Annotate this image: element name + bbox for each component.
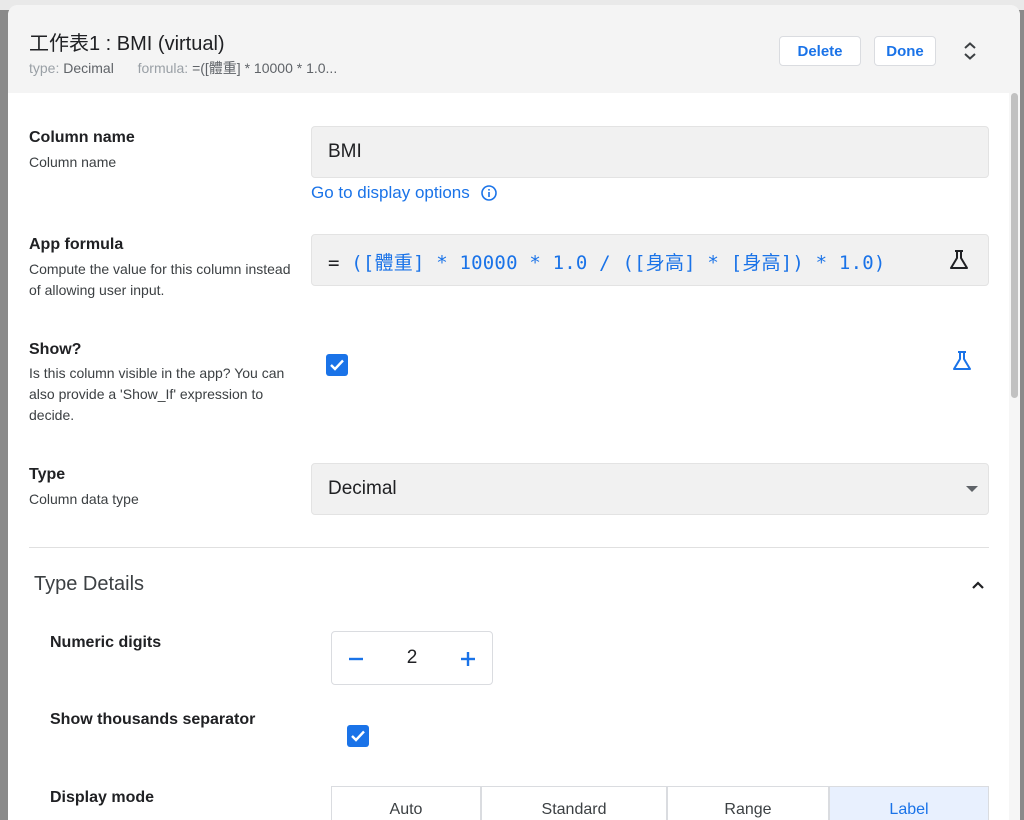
check-icon bbox=[330, 359, 344, 371]
done-button[interactable]: Done bbox=[874, 36, 936, 66]
show-label: Show? bbox=[29, 341, 82, 358]
thousands-separator-checkbox[interactable] bbox=[347, 725, 369, 747]
type-key: type: bbox=[29, 60, 60, 76]
display-options-link[interactable]: Go to display options bbox=[311, 183, 498, 203]
dialog-subtitle: type: Decimal formula: =([體重] * 10000 * … bbox=[29, 58, 337, 78]
display-mode-option-label[interactable]: Label bbox=[829, 786, 989, 820]
column-name-description: Column name bbox=[29, 154, 117, 170]
display-mode-label: Display mode bbox=[50, 789, 155, 806]
check-icon bbox=[351, 730, 365, 742]
column-name-value: BMI bbox=[328, 141, 362, 162]
chevron-up-icon[interactable] bbox=[966, 573, 990, 597]
scrollbar[interactable] bbox=[1009, 93, 1020, 820]
type-label: Type bbox=[29, 466, 66, 483]
display-mode-option-auto[interactable]: Auto bbox=[331, 786, 481, 820]
delete-button[interactable]: Delete bbox=[779, 36, 861, 66]
formula-expression: = ([體重] * 10000 * 1.0 / ([身高] * [身高]) * … bbox=[328, 248, 885, 275]
app-formula-input[interactable]: = ([體重] * 10000 * 1.0 / ([身高] * [身高]) * … bbox=[311, 234, 989, 286]
thousands-separator-label: Show thousands separator bbox=[50, 711, 256, 728]
display-options-link-text: Go to display options bbox=[311, 183, 470, 202]
dropdown-arrow-icon bbox=[966, 486, 978, 492]
type-details-header[interactable]: Type Details bbox=[34, 573, 144, 596]
formula-value: =([體重] * 10000 * 1.0... bbox=[192, 60, 338, 76]
show-if-flask-icon[interactable] bbox=[950, 349, 974, 373]
flask-icon[interactable] bbox=[947, 248, 971, 272]
info-icon bbox=[480, 185, 497, 201]
scrollbar-thumb[interactable] bbox=[1011, 93, 1018, 398]
show-checkbox[interactable] bbox=[326, 354, 348, 376]
numeric-digits-stepper: 2 bbox=[331, 631, 493, 685]
unfold-icon[interactable] bbox=[958, 39, 982, 63]
app-formula-label: App formula bbox=[29, 236, 124, 253]
numeric-digits-label: Numeric digits bbox=[50, 634, 162, 651]
app-formula-description: Compute the value for this column instea… bbox=[29, 261, 291, 298]
display-mode-option-range[interactable]: Range bbox=[667, 786, 829, 820]
column-name-label: Column name bbox=[29, 129, 135, 146]
display-mode-option-standard[interactable]: Standard bbox=[481, 786, 667, 820]
plus-icon[interactable] bbox=[454, 645, 482, 673]
dialog-header: 工作表1 : BMI (virtual) type: Decimal formu… bbox=[8, 5, 1020, 93]
dialog-title: 工作表1 : BMI (virtual) bbox=[29, 33, 225, 55]
show-description: Is this column visible in the app? You c… bbox=[29, 365, 285, 423]
display-mode-selector: Auto Standard Range Label bbox=[331, 786, 989, 820]
formula-body: ([體重] * 10000 * 1.0 / ([身高] * [身高]) * 1.… bbox=[351, 252, 886, 274]
column-name-input[interactable]: BMI bbox=[311, 126, 989, 178]
type-select[interactable]: Decimal bbox=[311, 463, 989, 515]
formula-equals: = bbox=[328, 252, 340, 274]
type-select-value: Decimal bbox=[328, 478, 397, 499]
type-value: Decimal bbox=[63, 60, 114, 76]
column-editor-dialog: 工作表1 : BMI (virtual) type: Decimal formu… bbox=[8, 5, 1020, 820]
type-description: Column data type bbox=[29, 491, 139, 507]
section-divider bbox=[29, 547, 989, 548]
formula-key: formula: bbox=[137, 60, 189, 76]
